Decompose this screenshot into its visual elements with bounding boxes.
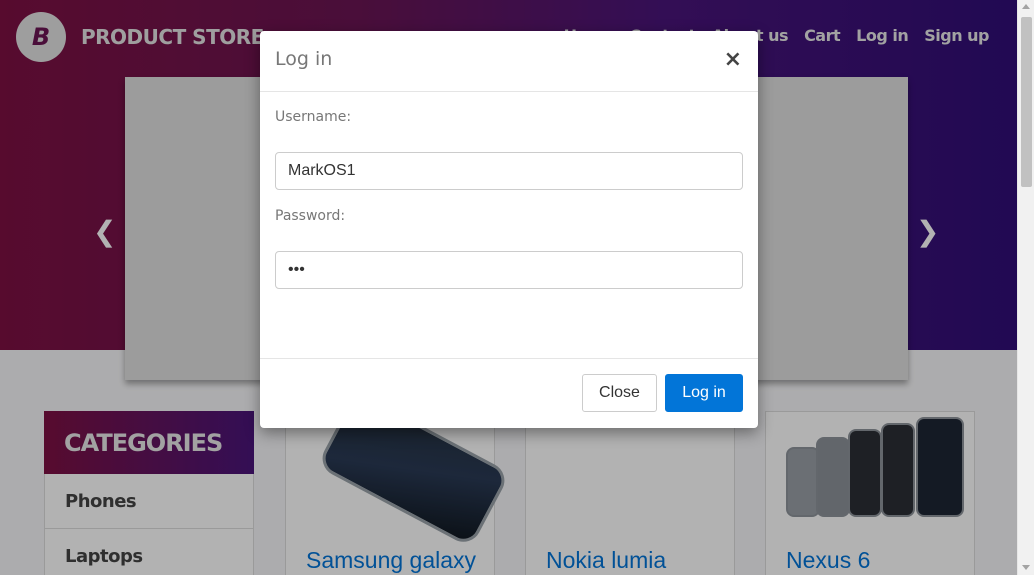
username-input[interactable]: MarkOS1: [275, 152, 743, 190]
password-label: Password:: [275, 208, 346, 224]
login-modal: Log in × Username: MarkOS1 Password: •••…: [260, 31, 758, 428]
modal-title: Log in: [275, 48, 333, 70]
scrollbar-thumb[interactable]: [1021, 17, 1032, 187]
modal-footer: Close Log in: [260, 358, 758, 428]
scroll-down-icon[interactable]: [1022, 565, 1030, 570]
login-button[interactable]: Log in: [665, 374, 743, 412]
username-label: Username:: [275, 109, 352, 125]
close-icon[interactable]: ×: [724, 47, 742, 72]
modal-header: Log in ×: [260, 31, 758, 92]
close-button[interactable]: Close: [582, 374, 657, 412]
scrollbar[interactable]: [1017, 0, 1034, 575]
scroll-up-icon[interactable]: [1022, 4, 1030, 9]
password-input[interactable]: •••: [275, 251, 743, 289]
